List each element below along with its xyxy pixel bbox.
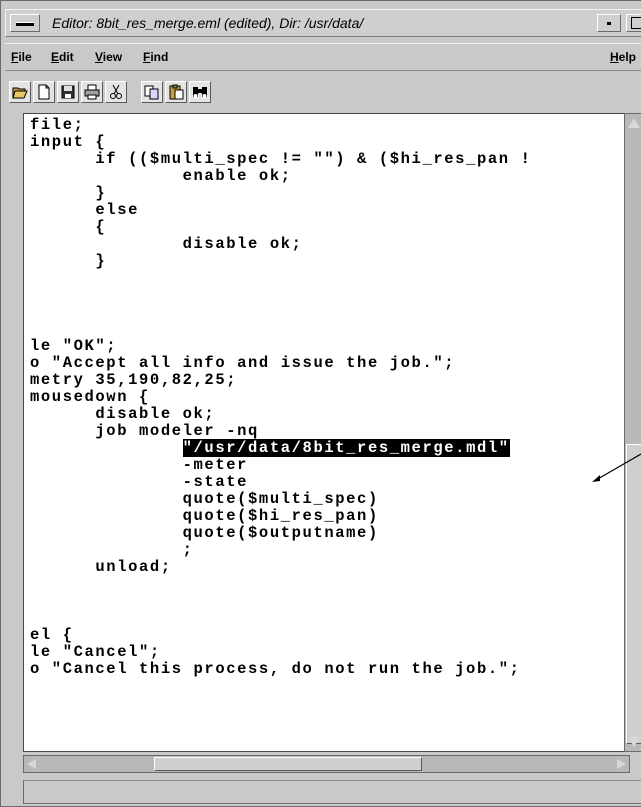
menu-edit[interactable]: Edit [51, 50, 74, 64]
vertical-scroll-thumb[interactable] [626, 444, 641, 744]
code-line: unload; [30, 558, 172, 576]
horizontal-scroll-thumb[interactable] [154, 757, 422, 771]
print-icon [84, 84, 100, 100]
code-line: metry 35,190,82,25; [30, 371, 238, 389]
code-line: le "Cancel"; [30, 643, 161, 661]
vertical-scrollbar[interactable] [624, 113, 641, 752]
window-title: Editor: 8bit_res_merge.eml (edited), Dir… [52, 15, 364, 31]
code-line: if (($multi_spec != "") & ($hi_res_pan ! [30, 150, 532, 168]
code-line: job modeler -nq [30, 422, 259, 440]
copy-button[interactable] [141, 81, 163, 103]
paste-icon [169, 84, 184, 100]
scroll-up-arrow-icon[interactable] [628, 118, 640, 128]
editor-window: Editor: 8bit_res_merge.eml (edited), Dir… [0, 0, 641, 807]
code-line: quote($multi_spec) [30, 490, 379, 508]
save-disk-icon [61, 85, 75, 99]
find-binoculars-icon [193, 87, 207, 98]
copy-icon [144, 85, 159, 100]
open-folder-button[interactable] [9, 81, 31, 103]
code-line: el { [30, 626, 74, 644]
code-line: le "OK"; [30, 337, 118, 355]
scroll-down-arrow-icon[interactable] [628, 737, 640, 747]
scroll-right-arrow-icon[interactable] [617, 759, 626, 769]
code-line: disable ok; [30, 235, 303, 253]
code-line-indent [30, 439, 183, 457]
text-editor[interactable]: file; input { if (($multi_spec != "") & (… [23, 113, 630, 752]
highlighted-selection[interactable]: "/usr/data/8bit_res_merge.mdl" [182, 439, 510, 457]
menu-view[interactable]: View [95, 50, 122, 64]
code-line: -state [30, 473, 249, 491]
menu-file[interactable]: File [11, 50, 32, 64]
window-menu-icon [16, 22, 34, 26]
code-line: enable ok; [30, 167, 292, 185]
status-bar [23, 780, 641, 804]
menu-help[interactable]: Help [610, 50, 636, 64]
menu-find[interactable]: Find [143, 50, 168, 64]
save-button[interactable] [57, 81, 79, 103]
new-document-icon [38, 84, 50, 100]
code-line: mousedown { [30, 388, 150, 406]
code-line: o "Accept all info and issue the job."; [30, 354, 456, 372]
find-button[interactable] [189, 81, 211, 103]
code-line: { [30, 218, 107, 236]
code-line: quote($hi_res_pan) [30, 507, 379, 525]
title-bar[interactable]: Editor: 8bit_res_merge.eml (edited), Dir… [5, 9, 641, 37]
horizontal-scrollbar[interactable] [23, 755, 630, 773]
code-line: else [30, 201, 140, 219]
code-line: } [30, 184, 107, 202]
maximize-button[interactable] [626, 14, 641, 32]
code-line: disable ok; [30, 405, 216, 423]
code-line: -meter [30, 456, 249, 474]
print-button[interactable] [81, 81, 103, 103]
cut-button[interactable] [105, 81, 127, 103]
code-line: } [30, 252, 107, 270]
toolbar [5, 77, 641, 109]
scroll-left-arrow-icon[interactable] [27, 759, 36, 769]
code-text: file; input { if (($multi_spec != "") & (… [30, 117, 531, 678]
minimize-icon [607, 22, 611, 25]
paste-button[interactable] [165, 81, 187, 103]
code-line: "/usr/data/8bit_res_merge.mdl" [30, 439, 531, 457]
cut-scissors-icon [110, 84, 122, 99]
code-line: file; [30, 116, 85, 134]
minimize-button[interactable] [597, 14, 621, 32]
window-menu-button[interactable] [10, 14, 40, 32]
new-document-button[interactable] [33, 81, 55, 103]
menu-bar: File Edit View Find Help [5, 43, 641, 71]
code-line: input { [30, 133, 107, 151]
code-line: quote($outputname) [30, 524, 379, 542]
maximize-icon [631, 17, 641, 29]
code-line: ; [30, 541, 194, 559]
code-line: o "Cancel this process, do not run the j… [30, 660, 521, 678]
open-folder-icon [12, 87, 28, 99]
